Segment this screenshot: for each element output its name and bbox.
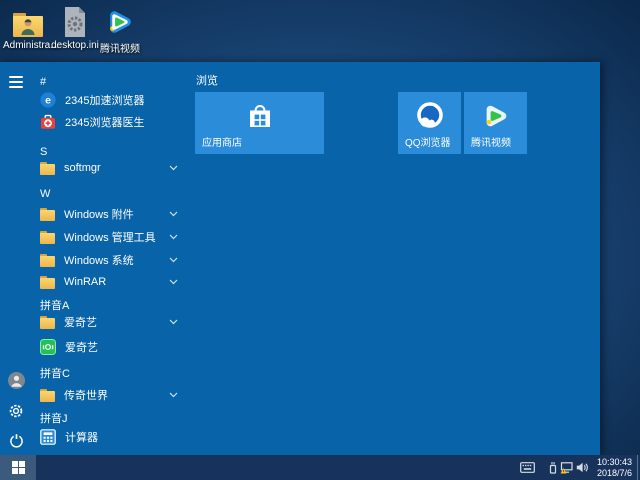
- medkit-icon: [40, 114, 56, 130]
- folder-icon: [40, 161, 55, 175]
- clock-time: 10:30:43: [596, 457, 632, 467]
- chevron-down-icon[interactable]: [169, 257, 178, 263]
- app-list-item-chuanqi-shijie[interactable]: 传奇世界: [0, 386, 192, 404]
- app-list-item-windows-admin-tools[interactable]: Windows 管理工具: [0, 228, 192, 246]
- user-folder-icon: [3, 5, 53, 37]
- qq-browser-icon: [398, 92, 461, 140]
- calculator-icon: [40, 429, 56, 445]
- chevron-down-icon[interactable]: [169, 234, 178, 240]
- app-list-section-pinyin-j[interactable]: 拼音J: [0, 409, 192, 427]
- tile-label: 腾讯视频: [471, 138, 511, 149]
- tile-qq-browser[interactable]: QQ浏览器: [398, 92, 461, 154]
- app-list-item-iqiyi-folder[interactable]: 爱奇艺: [0, 313, 192, 331]
- ini-file-icon: [51, 5, 99, 37]
- folder-icon: [40, 275, 55, 289]
- chevron-down-icon[interactable]: [169, 319, 178, 325]
- chevron-down-icon[interactable]: [169, 165, 178, 171]
- folder-icon: [40, 230, 55, 244]
- taskbar-clock[interactable]: 10:30:43 2018/7/6: [586, 457, 632, 478]
- store-bag-icon: [195, 92, 324, 140]
- start-button[interactable]: [0, 455, 36, 480]
- keyboard-icon: [520, 462, 535, 473]
- app-list-item-iqiyi-app[interactable]: 爱奇艺: [0, 338, 192, 356]
- clock-date: 2018/7/6: [596, 467, 632, 478]
- app-list-section-hash[interactable]: #: [0, 73, 192, 91]
- usb-icon: [549, 462, 557, 474]
- desktop-icon-label: Administra...: [3, 40, 59, 51]
- tile-label: 应用商店: [202, 138, 242, 149]
- folder-icon: [40, 207, 55, 221]
- app-list-item-windows-system[interactable]: Windows 系统: [0, 251, 192, 269]
- taskbar: 10:30:43 2018/7/6: [0, 455, 640, 480]
- desktop-icon-label: 腾讯视频: [100, 44, 140, 55]
- chevron-down-icon[interactable]: [169, 279, 178, 285]
- desktop-icon-desktop-ini[interactable]: desktop.ini: [51, 5, 99, 51]
- tencent-video-icon: [464, 92, 527, 140]
- start-menu: # e 2345加速浏览器 2345浏览器医生 S softmgr W Wind…: [0, 62, 600, 468]
- chevron-down-icon[interactable]: [169, 392, 178, 398]
- folder-icon: [40, 315, 55, 329]
- network-tray-icon[interactable]: [560, 455, 574, 480]
- screen: Administra... desktop.ini 腾讯视频 # e 2345加…: [0, 0, 640, 480]
- app-list-section-w[interactable]: W: [0, 185, 192, 203]
- tencent-video-icon: [99, 5, 141, 37]
- app-list-item-2345-browser[interactable]: e 2345加速浏览器: [0, 91, 192, 109]
- 2345-browser-icon: e: [40, 92, 56, 108]
- touch-keyboard-tray-icon[interactable]: [520, 455, 535, 480]
- desktop-icon-label: desktop.ini: [51, 40, 99, 51]
- chevron-down-icon[interactable]: [169, 211, 178, 217]
- app-list-section-pinyin-c[interactable]: 拼音C: [0, 364, 192, 382]
- desktop-icon-tencent-video[interactable]: 腾讯视频: [99, 5, 141, 55]
- folder-icon: [40, 253, 55, 267]
- tile-label: QQ浏览器: [405, 138, 451, 149]
- svg-text:e: e: [45, 95, 51, 107]
- tile-group-label[interactable]: 浏览: [196, 72, 218, 88]
- tile-tencent-video[interactable]: 腾讯视频: [464, 92, 527, 154]
- app-list-item-windows-accessories[interactable]: Windows 附件: [0, 205, 192, 223]
- app-list-item-softmgr[interactable]: softmgr: [0, 159, 192, 177]
- app-list-item-2345-browser-doctor[interactable]: 2345浏览器医生: [0, 113, 192, 131]
- app-list-item-winrar[interactable]: WinRAR: [0, 273, 192, 291]
- folder-icon: [40, 388, 55, 402]
- network-warning-icon: [560, 461, 573, 473]
- desktop-icon-administrator-folder[interactable]: Administra...: [3, 5, 59, 51]
- iqiyi-icon: [40, 339, 56, 355]
- app-list-item-calculator[interactable]: 计算器: [0, 428, 192, 446]
- usb-device-tray-icon[interactable]: [548, 455, 558, 480]
- windows-logo-icon: [11, 461, 25, 474]
- tile-store[interactable]: 应用商店: [195, 92, 324, 154]
- app-list-section-pinyin-a[interactable]: 拼音A: [0, 296, 192, 314]
